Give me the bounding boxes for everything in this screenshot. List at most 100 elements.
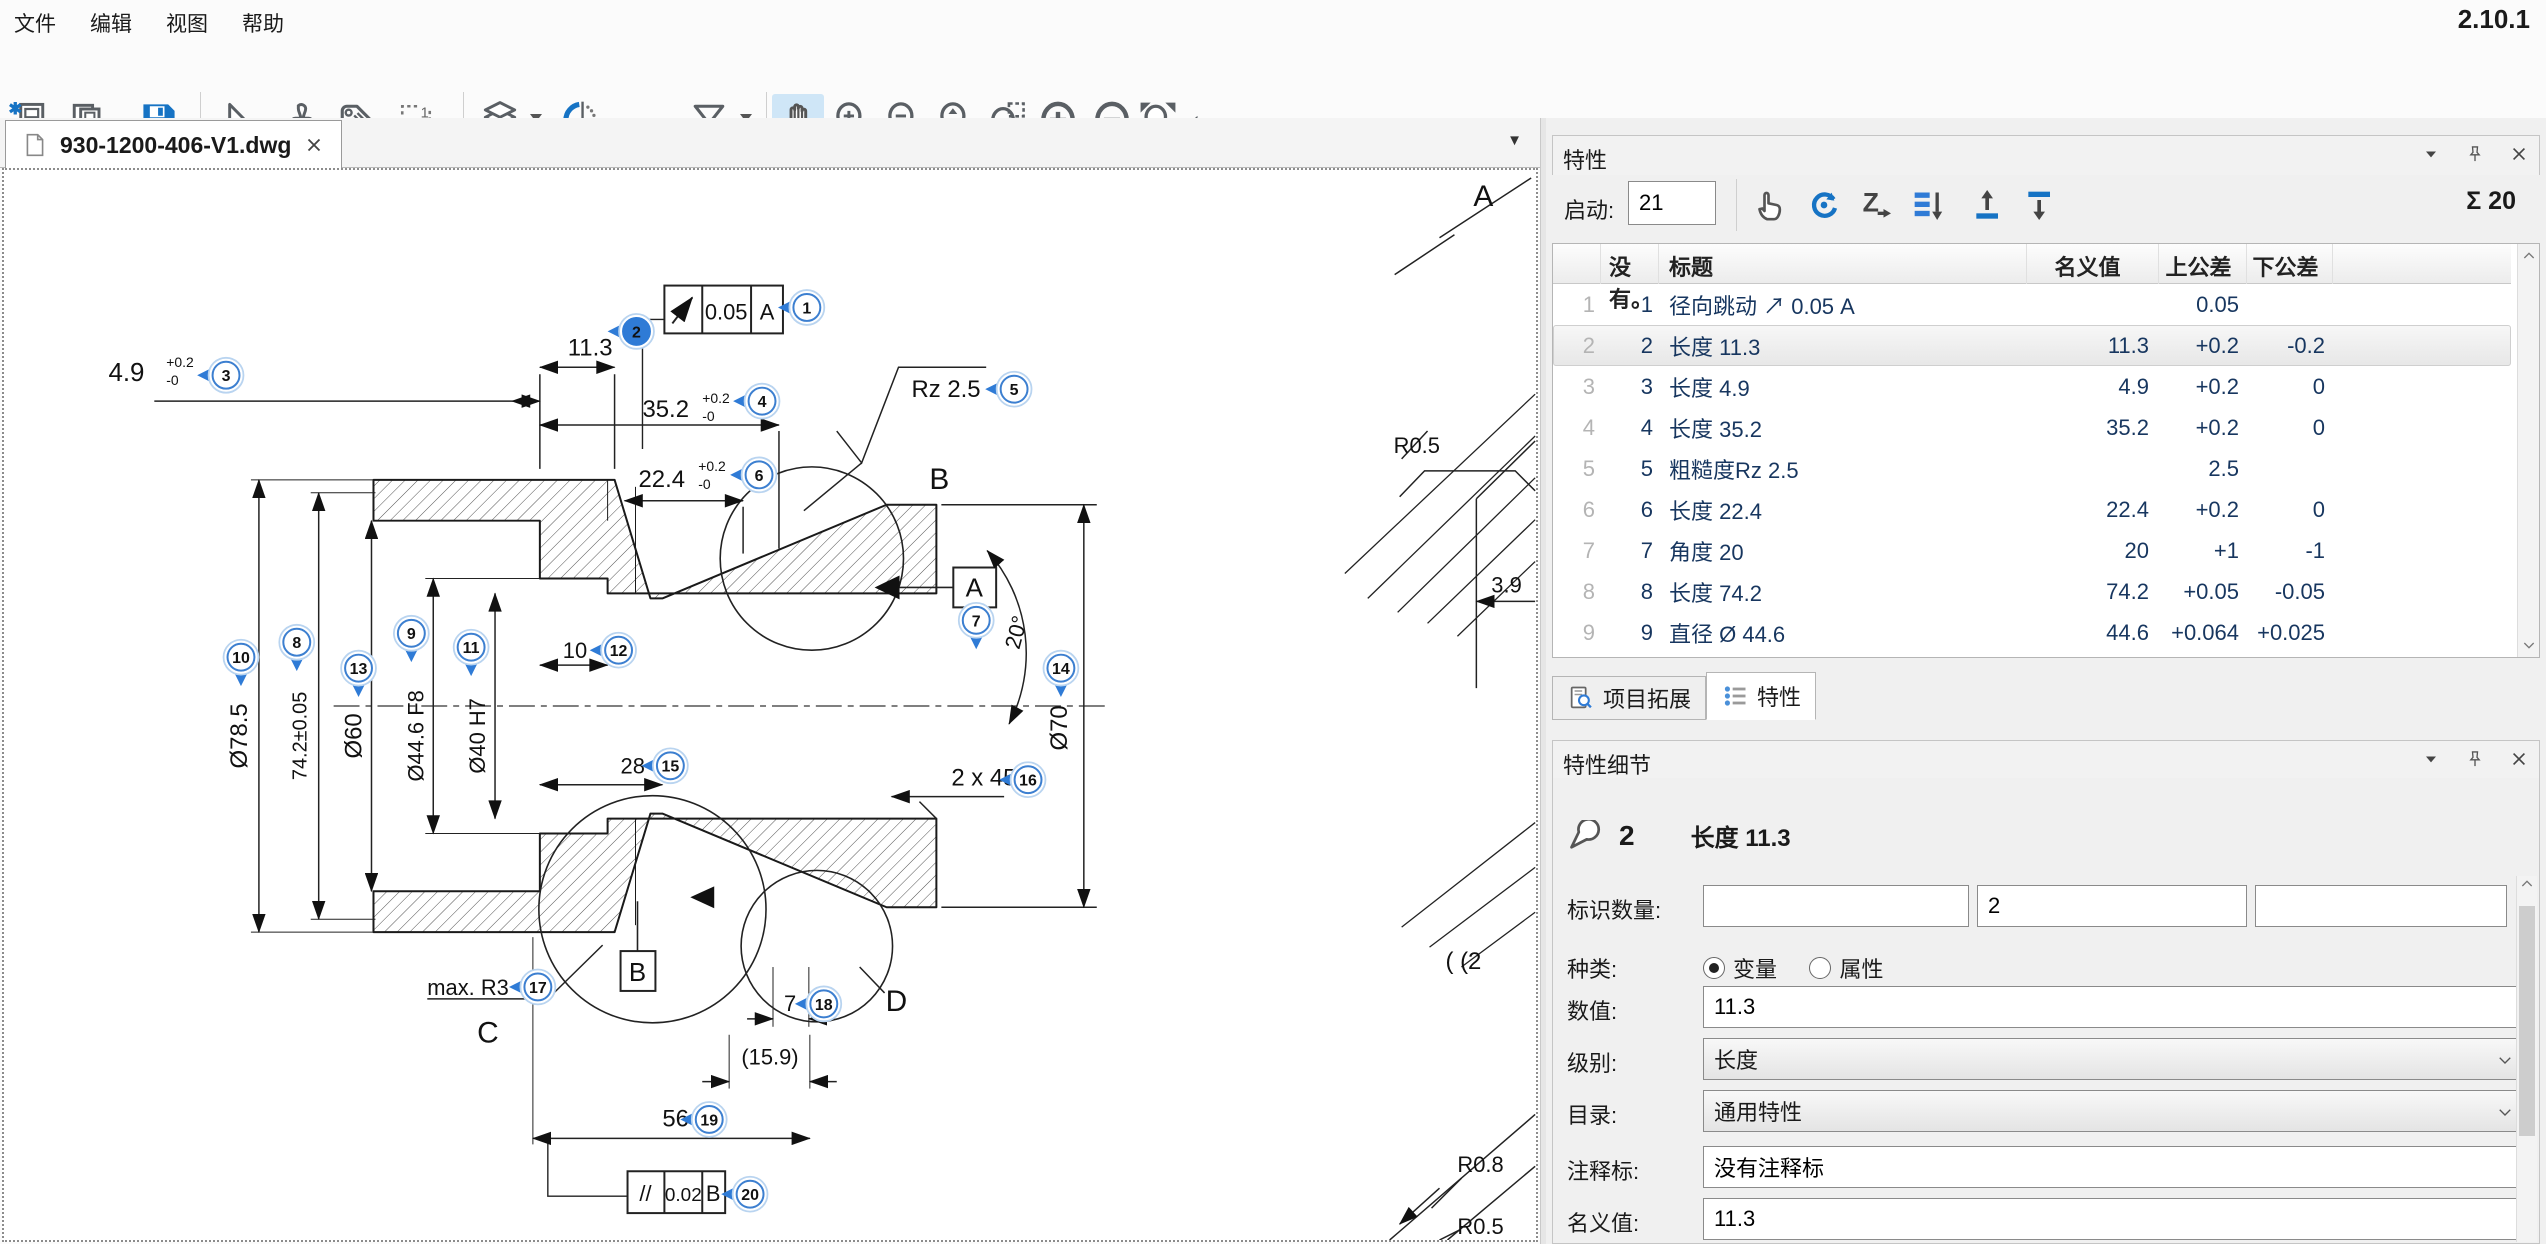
scroll-up-icon[interactable] [2519, 876, 2535, 892]
balloon-14[interactable]: 14 [1043, 651, 1078, 697]
characteristic-row-9[interactable]: 99直径 Ø 44.644.6+0.064+0.025 [1553, 612, 2511, 653]
id-count-input-2[interactable] [1977, 885, 2247, 927]
menu-item-4[interactable]: 帮助 [242, 8, 284, 38]
balloon-5[interactable]: 5 [985, 372, 1031, 407]
radio-variable[interactable]: 变量 [1703, 952, 1777, 984]
col-title[interactable]: 标题 [1659, 244, 2027, 284]
field-label: 目录: [1567, 1098, 1617, 1130]
app-version: 2.10.1 [2458, 4, 2530, 35]
characteristic-row-2[interactable]: 22长度 11.311.3+0.2-0.2 [1553, 325, 2511, 366]
balloon-7[interactable]: 7 [959, 603, 994, 649]
document-tab-title: 930-1200-406-V1.dwg [60, 132, 291, 159]
document-tab-bar: 930-1200-406-V1.dwg ▼ [0, 118, 1540, 168]
svg-text:2: 2 [632, 324, 641, 341]
id-count-input-1[interactable] [1703, 885, 1969, 927]
characteristic-row-8[interactable]: 88长度 74.274.2+0.05-0.05 [1553, 571, 2511, 612]
characteristic-row-5[interactable]: 55粗糙度Rz 2.52.5 [1553, 448, 2511, 489]
col-blank [1553, 244, 1601, 284]
balloon-6[interactable]: 6 [730, 457, 776, 492]
table-scrollbar[interactable] [2517, 244, 2539, 657]
cell-up: 2.5 [2159, 456, 2247, 482]
balloon-1[interactable]: 1 [778, 290, 824, 325]
z-order-button[interactable]: Z [1852, 181, 1900, 229]
level-row: 级别: 长度 [1553, 1038, 2533, 1080]
close-tab-icon[interactable] [303, 134, 325, 156]
dim-label: 20° [1000, 613, 1033, 651]
scroll-up-button[interactable] [2518, 244, 2540, 268]
dim-label: Ø70 [1046, 705, 1073, 750]
pin-icon[interactable] [2465, 144, 2485, 164]
balloon-8[interactable]: 8 [279, 625, 314, 671]
value-input[interactable] [1703, 986, 2527, 1028]
cell-idx: 5 [1553, 456, 1601, 482]
col-lower-tol[interactable]: 下公差 [2247, 244, 2333, 284]
move-top-button[interactable] [1964, 181, 2012, 229]
menu-item-1[interactable]: 文件 [14, 8, 56, 38]
document-tab[interactable]: 930-1200-406-V1.dwg [5, 120, 342, 169]
svg-text:19: 19 [700, 1112, 718, 1129]
cell-nom: 22.4 [2027, 497, 2159, 523]
collapse-panel-icon[interactable] [2421, 144, 2441, 164]
close-panel-icon[interactable] [2509, 749, 2529, 769]
characteristic-row-4[interactable]: 44长度 35.235.2+0.20 [1553, 407, 2511, 448]
sort-list-button[interactable] [1904, 181, 1952, 229]
characteristics-table: 没有。 标题 名义值 上公差 下公差 11径向跳动 ↗ 0.05 A0.0522… [1552, 243, 2540, 658]
menu-item-2[interactable]: 编辑 [90, 8, 132, 38]
col-no[interactable]: 没有。 [1601, 244, 1659, 284]
balloon-9[interactable]: 9 [394, 616, 429, 662]
balloon-2[interactable]: 2 [608, 314, 654, 349]
dim-label: 10 [563, 638, 587, 663]
balloon-3[interactable]: 3 [197, 358, 243, 393]
scrollbar-thumb[interactable] [2519, 906, 2535, 1136]
cell-nom: 20 [2027, 538, 2159, 564]
start-number-input[interactable] [1628, 181, 1716, 225]
cell-up: +0.2 [2159, 415, 2247, 441]
radio-dot [1809, 957, 1831, 979]
id-count-input-3[interactable] [2255, 885, 2507, 927]
pin-icon[interactable] [2465, 749, 2485, 769]
cell-no: 8 [1601, 579, 1659, 605]
tab-project-expansion[interactable]: 项目拓展 [1552, 676, 1706, 720]
cell-title: 长度 35.2 [1659, 412, 2027, 444]
table-header[interactable]: 没有。 标题 名义值 上公差 下公差 [1553, 244, 2511, 284]
nominal-input[interactable] [1703, 1198, 2527, 1240]
cell-no: 4 [1601, 415, 1659, 441]
tab-list-button[interactable]: ▼ [1507, 132, 1522, 149]
note-input[interactable] [1703, 1146, 2527, 1188]
cell-nom: 74.2 [2027, 579, 2159, 605]
close-panel-icon[interactable] [2509, 144, 2529, 164]
balloon-10[interactable]: 10 [224, 640, 259, 686]
z-order-icon: Z [1856, 185, 1896, 225]
collapse-panel-icon[interactable] [2421, 749, 2441, 769]
menu-item-3[interactable]: 视图 [166, 8, 208, 38]
cell-up: +0.2 [2159, 374, 2247, 400]
balloon-20[interactable]: 20 [721, 1177, 767, 1212]
details-scrollbar[interactable] [2516, 876, 2537, 1242]
drawing-canvas[interactable]: 11.34.9+0.2-035.2+0.2-0Rz 2.522.4+0.2-0B… [2, 168, 1538, 1242]
cell-up: +0.2 [2159, 497, 2247, 523]
point-select-button[interactable] [1748, 181, 1796, 229]
balloon-4[interactable]: 4 [733, 384, 779, 419]
balloon-15[interactable]: 15 [641, 748, 687, 783]
balloon-18[interactable]: 18 [795, 986, 841, 1021]
characteristic-row-3[interactable]: 33长度 4.94.9+0.20 [1553, 366, 2511, 407]
value-row: 数值: [1553, 986, 2533, 1028]
radio-attribute[interactable]: 属性 [1809, 952, 1883, 984]
characteristic-row-7[interactable]: 77角度 2020+1-1 [1553, 530, 2511, 571]
renumber-button[interactable] [1800, 181, 1848, 229]
characteristic-row-1[interactable]: 11径向跳动 ↗ 0.05 A0.05 [1553, 284, 2511, 325]
col-upper-tol[interactable]: 上公差 [2159, 244, 2247, 284]
move-bottom-button[interactable] [2016, 181, 2064, 229]
field-label: 名义值: [1567, 1206, 1639, 1238]
balloon-11[interactable]: 11 [454, 630, 489, 676]
field-label: 数值: [1567, 994, 1617, 1026]
characteristic-row-6[interactable]: 66长度 22.422.4+0.20 [1553, 489, 2511, 530]
catalog-select[interactable]: 通用特性 [1703, 1090, 2527, 1132]
balloon-12[interactable]: 12 [590, 633, 636, 668]
dim-label: 28 [621, 754, 645, 779]
col-nominal[interactable]: 名义值 [2027, 244, 2159, 284]
scroll-down-button[interactable] [2518, 633, 2540, 657]
tab-characteristics[interactable]: 特性 [1706, 672, 1816, 720]
radio-dot [1703, 957, 1725, 979]
level-select[interactable]: 长度 [1703, 1038, 2527, 1080]
